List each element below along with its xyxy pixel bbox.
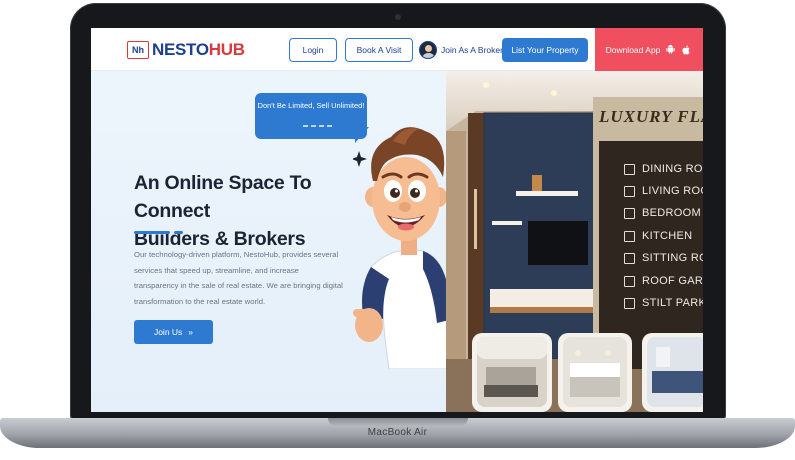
speech-bubble: Don't Be Limited, Sell Unlimited! — [255, 93, 367, 139]
laptop-brand-label: MacBook Air — [367, 427, 428, 438]
hero-section: Don't Be Limited, Sell Unlimited! An Onl… — [91, 71, 703, 412]
laptop-notch — [328, 418, 468, 426]
login-button[interactable]: Login — [289, 38, 337, 62]
amenity-label: ROOF GARDE — [642, 275, 703, 287]
join-broker-link[interactable]: Join As A Broker — [419, 38, 503, 62]
thumbnail-1 — [472, 333, 552, 412]
join-us-button[interactable]: Join Us » — [134, 320, 213, 344]
headline-accent-underline — [134, 231, 183, 234]
amenity-label: BEDROOM — [642, 207, 701, 219]
luxury-banner-title: LUXURY FLA — [599, 107, 703, 126]
checkbox-icon — [624, 163, 635, 175]
amenity-item: LIVING ROOM — [624, 183, 703, 199]
logo-text: NESTOHUB — [152, 40, 245, 60]
amenity-item: SITTING ROO — [624, 250, 703, 266]
checkbox-icon — [624, 207, 635, 219]
apple-icon — [682, 44, 690, 54]
checkbox-icon — [624, 185, 635, 197]
laptop-mockup: Nh NESTOHUB Login Book A Visit Join As A… — [0, 0, 795, 460]
amenity-item: ROOF GARDE — [624, 273, 703, 289]
amenity-item: STILT PARKIN — [624, 295, 703, 311]
property-banner-image: LUXURY FLA DINING ROOM LIVING ROOM BEDRO… — [446, 71, 703, 412]
amenity-label: KITCHEN — [642, 230, 693, 242]
logo-text-hub: HUB — [208, 40, 245, 59]
checkbox-icon — [624, 252, 635, 264]
amenity-label: LIVING ROOM — [642, 185, 703, 197]
site-header: Nh NESTOHUB Login Book A Visit Join As A… — [91, 28, 703, 71]
join-broker-label: Join As A Broker — [441, 45, 503, 55]
thumbnail-3 — [642, 333, 703, 412]
broker-avatar-icon — [419, 41, 437, 59]
download-app-button[interactable]: Download App — [595, 28, 703, 71]
amenity-label: STILT PARKIN — [642, 297, 703, 309]
checkbox-icon — [624, 297, 635, 309]
logo-mark: Nh — [127, 41, 149, 59]
double-chevron-icon: » — [188, 327, 194, 337]
amenity-item: KITCHEN — [624, 228, 692, 244]
amenity-item: BEDROOM — [624, 205, 701, 221]
checkbox-icon — [624, 275, 635, 287]
thumbnail-2 — [558, 333, 632, 412]
hero-description: Our technology-driven platform, NestoHub… — [134, 250, 343, 306]
camera-icon — [395, 14, 401, 20]
amenity-label: SITTING ROO — [642, 252, 703, 264]
download-app-label: Download App — [605, 44, 661, 55]
join-us-label: Join Us — [153, 327, 183, 337]
amenity-item: DINING ROOM — [624, 161, 703, 177]
speech-bubble-text: Don't Be Limited, Sell Unlimited! — [257, 101, 365, 110]
hero-headline-line1: An Online Space To Connect — [134, 172, 312, 222]
logo[interactable]: Nh NESTOHUB — [127, 40, 245, 60]
speech-bubble-dots — [303, 125, 332, 127]
hero-left-panel: Don't Be Limited, Sell Unlimited! An Onl… — [91, 71, 453, 412]
book-visit-button[interactable]: Book A Visit — [345, 38, 413, 62]
checkbox-icon — [624, 230, 635, 242]
android-icon — [666, 44, 676, 54]
mascot-illustration — [353, 127, 453, 369]
list-property-button[interactable]: List Your Property — [502, 38, 588, 62]
amenity-label: DINING ROOM — [642, 163, 703, 175]
logo-text-nesto: NESTO — [152, 40, 209, 59]
hero-headline: An Online Space To Connect Builders & Br… — [134, 169, 364, 253]
website-screen: Nh NESTOHUB Login Book A Visit Join As A… — [91, 28, 703, 412]
